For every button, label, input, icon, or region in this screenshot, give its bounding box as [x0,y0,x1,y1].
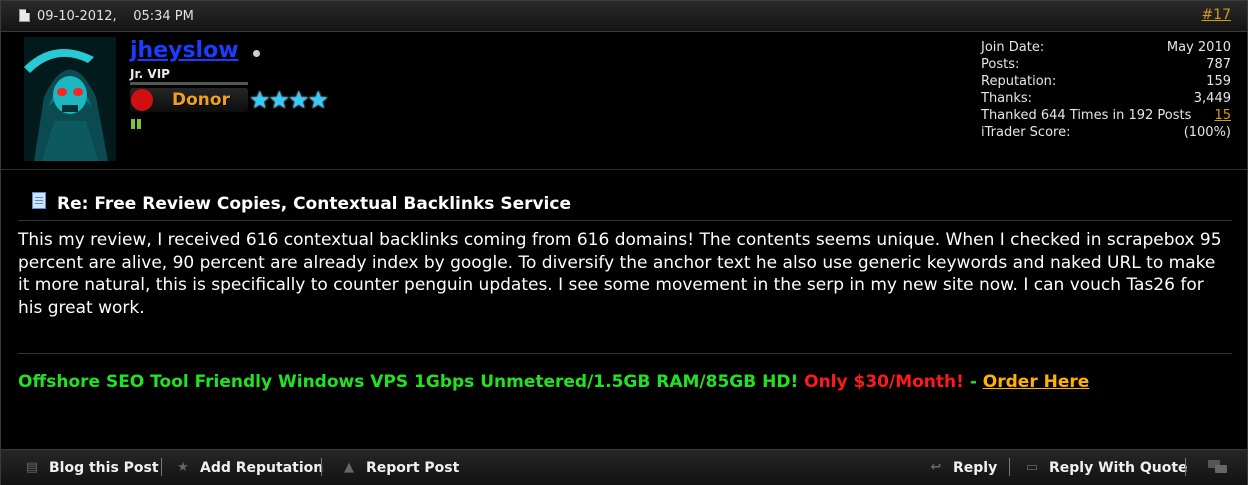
forum-post: 09-10-2012, 05:34 PM #17 jheyslow Jr. VI… [0,0,1248,485]
reply-arrow-icon: ↩ [930,460,942,475]
blog-icon: ▤ [25,460,39,475]
stat-reputation: Reputation: 159 [981,74,1231,89]
title-divider [18,220,1232,221]
stat-thanked: Thanked 644 Times in 192 Posts 15 [981,107,1231,124]
reputation-star-icon: ★ [177,460,189,475]
signature: Offshore SEO Tool Friendly Windows VPS 1… [18,372,1089,392]
donor-badge-row: Donor ★★★★ [130,86,360,116]
reputation-pip-icon [131,119,135,129]
order-here-link[interactable]: Order Here [983,372,1090,392]
user-title: Jr. VIP [130,67,170,81]
user-stats: Join Date: May 2010 Posts: 787 Reputation:… [981,39,1231,141]
report-warning-icon: ▲ [344,460,354,475]
stat-itrader-score: iTrader Score: (100%) [981,125,1231,140]
reputation-pips [131,114,143,133]
signature-dash: - [969,372,977,392]
donor-label: Donor [172,90,230,110]
add-reputation-button[interactable]: ★ Add Reputation [176,459,323,477]
signature-price: Only $30/Month! [804,372,964,392]
stat-posts: Posts: 787 [981,57,1231,72]
separator [1185,458,1186,476]
multiquote-icon[interactable] [1207,458,1229,475]
quote-bubble-icon: ▭ [1025,460,1039,475]
user-info: jheyslow Jr. VIP Donor ★★★★ Join Date: Ma… [1,32,1247,170]
post-title-icon [32,192,46,209]
reply-button[interactable]: ↩ Reply [929,459,998,477]
separator [161,458,162,476]
report-post-button[interactable]: ▲ Report Post [342,459,459,477]
separator [1009,458,1010,476]
itrader-count-link[interactable]: 15 [1214,107,1231,124]
post-title: Re: Free Review Copies, Contextual Backl… [57,194,571,214]
reply-with-quote-button[interactable]: ▭ Reply With Quote [1025,459,1188,477]
reputation-pip-icon [137,119,141,129]
avatar[interactable] [24,37,116,161]
post-header: 09-10-2012, 05:34 PM #17 [1,1,1247,32]
document-icon [19,9,30,22]
online-status-icon [253,50,260,57]
separator [321,458,322,476]
stat-thanks: Thanks: 3,449 [981,91,1231,106]
signature-offer: Offshore SEO Tool Friendly Windows VPS 1… [18,372,799,392]
user-title-bar [130,82,248,85]
donor-badge: Donor [130,88,248,112]
avatar-image [24,37,116,161]
donor-logo-icon [131,89,153,111]
divider [1,169,1247,170]
rank-stars-icon: ★★★★ [249,86,329,114]
blog-this-post-button[interactable]: ▤ Blog this Post [25,459,159,477]
signature-divider [18,353,1232,354]
post-number-link[interactable]: #17 [1201,7,1231,23]
post-footer: ▤ Blog this Post ★ Add Reputation ▲ Repo… [1,449,1247,485]
username-link[interactable]: jheyslow [130,38,239,63]
post-body: This my review, I received 616 contextua… [18,230,1222,318]
stat-join-date: Join Date: May 2010 [981,40,1231,55]
post-date: 09-10-2012, 05:34 PM [37,9,194,24]
